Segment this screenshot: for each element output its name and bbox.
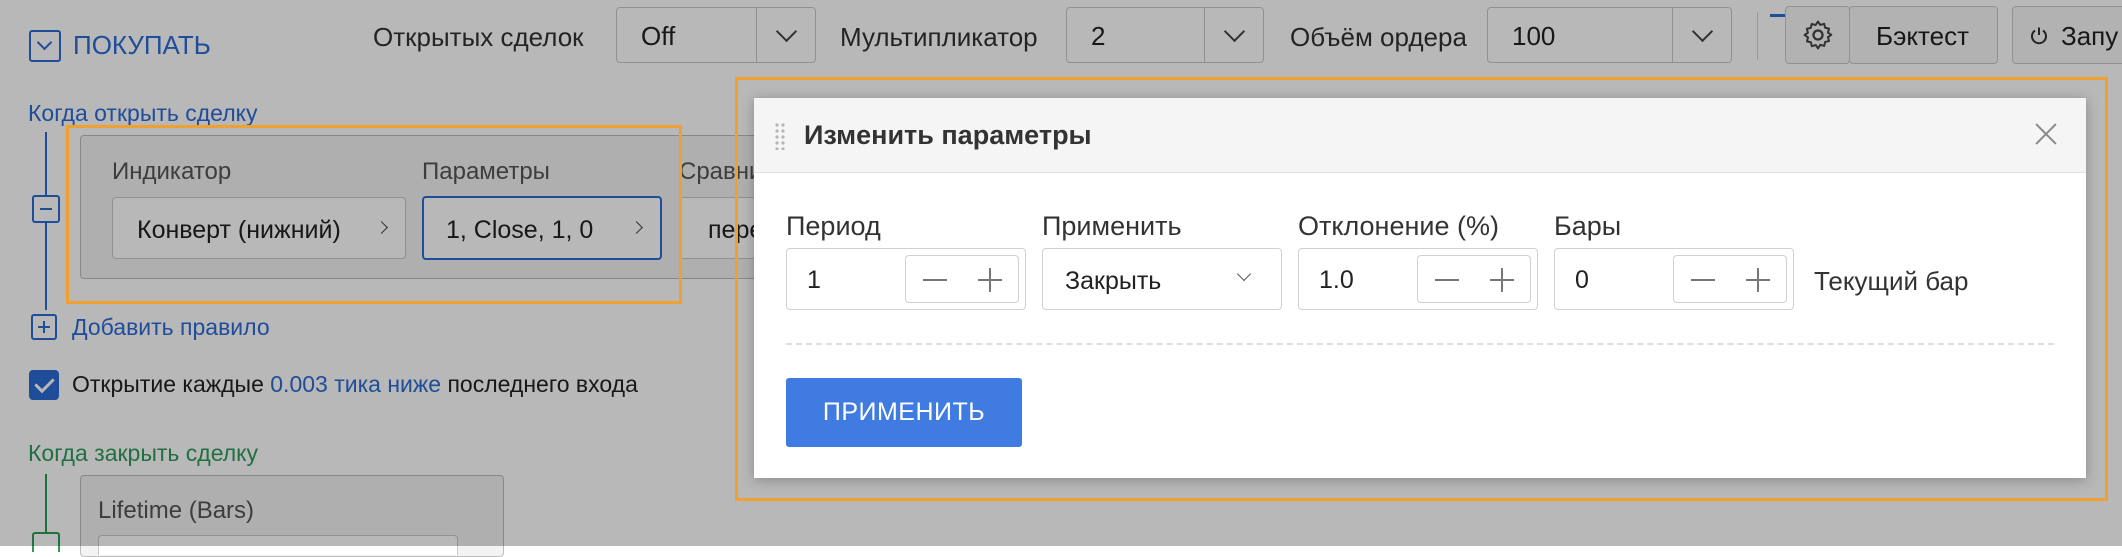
minus-icon — [923, 279, 947, 281]
bars-decrement-button[interactable] — [1673, 255, 1731, 303]
minus-icon — [1435, 279, 1459, 281]
bars-stepper: 0 — [1554, 248, 1794, 310]
close-icon[interactable] — [2032, 120, 2060, 148]
period-decrement-button[interactable] — [905, 255, 963, 303]
chevron-down-icon — [1236, 266, 1252, 282]
minus-icon — [1691, 279, 1715, 281]
dialog-title: Изменить параметры — [804, 120, 1092, 150]
apply-button[interactable]: ПРИМЕНИТЬ — [786, 378, 1022, 447]
edit-params-dialog: Изменить параметры Период 1 Применить За… — [754, 98, 2086, 478]
bars-input[interactable]: 0 — [1575, 266, 1589, 295]
dialog-header: Изменить параметры — [754, 98, 2086, 173]
apply-field-label: Применить — [1042, 211, 1182, 241]
plus-icon-vertical — [1757, 268, 1759, 292]
deviation-label: Отклонение (%) — [1298, 211, 1499, 241]
bars-increment-button[interactable] — [1729, 255, 1787, 303]
period-label: Период — [786, 211, 881, 241]
params-highlight-box — [66, 125, 682, 304]
drag-handle-icon[interactable] — [774, 122, 786, 150]
deviation-stepper: 1.0 — [1298, 248, 1538, 310]
apply-field-value: Закрыть — [1065, 267, 1162, 295]
period-input[interactable]: 1 — [807, 266, 821, 295]
period-increment-button[interactable] — [961, 255, 1019, 303]
plus-icon-vertical — [1501, 268, 1503, 292]
deviation-increment-button[interactable] — [1473, 255, 1531, 303]
deviation-input[interactable]: 1.0 — [1319, 266, 1354, 295]
plus-icon-vertical — [989, 268, 991, 292]
current-bar-label: Текущий бар — [1814, 266, 1969, 296]
bars-label: Бары — [1554, 211, 1622, 241]
deviation-decrement-button[interactable] — [1417, 255, 1475, 303]
period-stepper: 1 — [786, 248, 1026, 310]
apply-field-select[interactable]: Закрыть — [1042, 248, 1282, 310]
dialog-divider — [786, 343, 2054, 345]
